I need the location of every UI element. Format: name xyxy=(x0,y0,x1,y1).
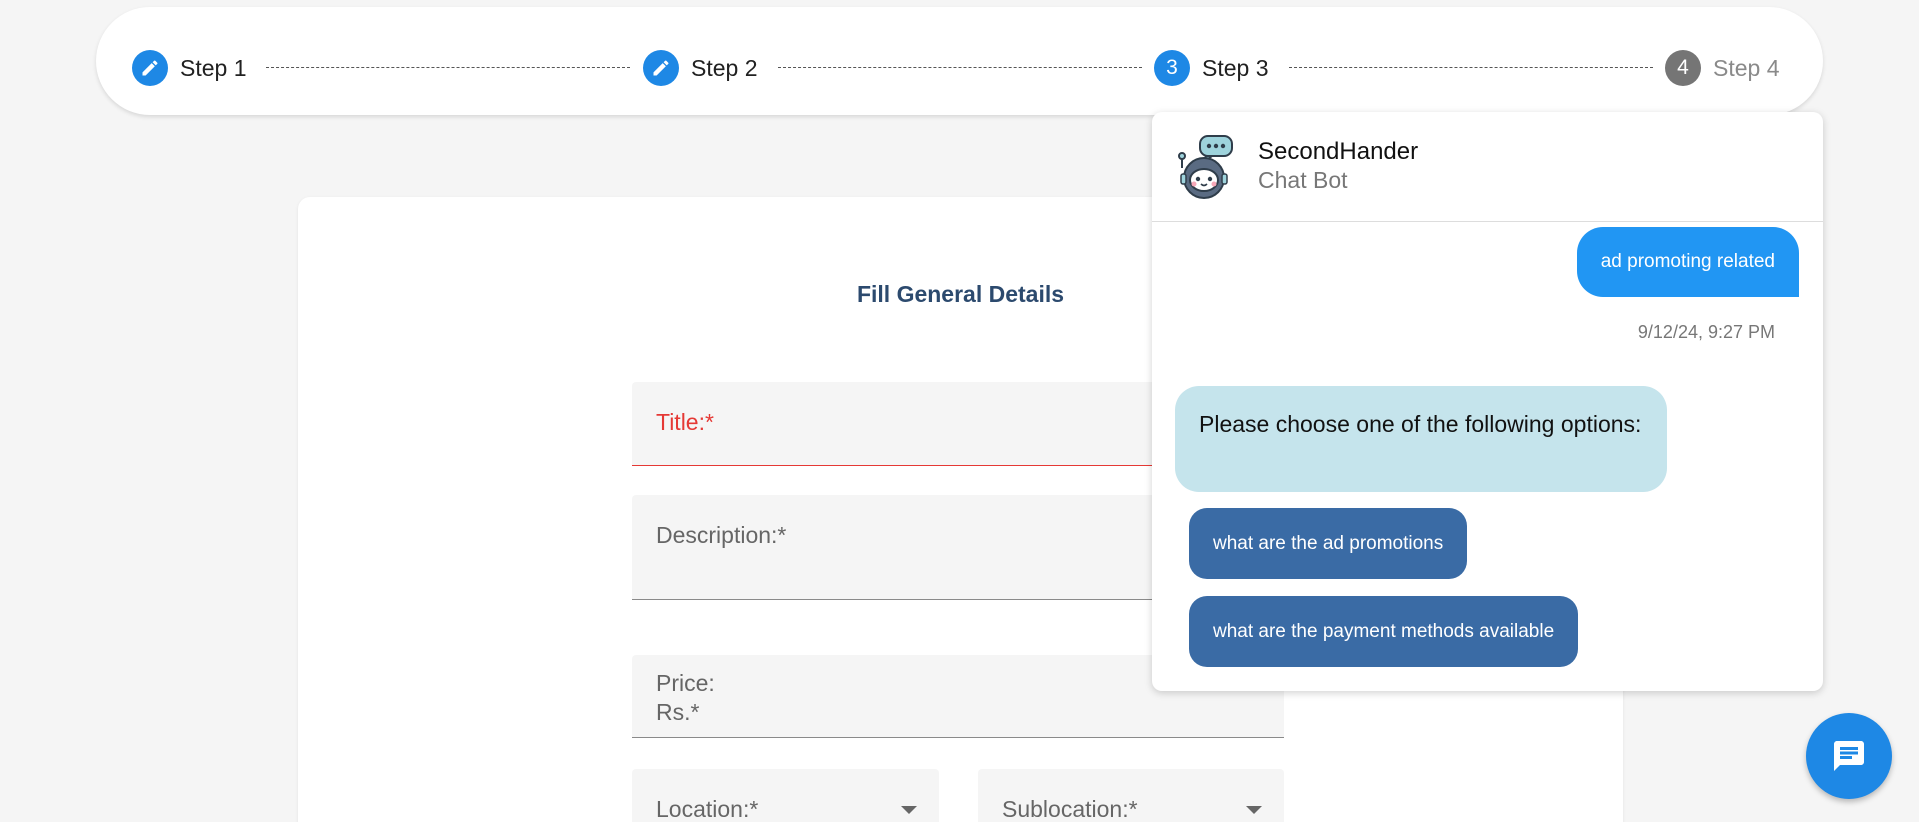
bot-message-bubble: Please choose one of the following optio… xyxy=(1175,386,1667,492)
step-connector xyxy=(1289,67,1653,68)
title-label: Title:* xyxy=(656,409,714,435)
robot-icon xyxy=(1178,135,1233,199)
step-4-indicator: 4 xyxy=(1665,50,1701,86)
chevron-down-icon xyxy=(901,806,917,814)
step-1[interactable]: Step 1 xyxy=(132,44,247,92)
user-message-bubble: ad promoting related xyxy=(1576,227,1799,297)
step-2[interactable]: Step 2 xyxy=(643,44,758,92)
step-2-indicator xyxy=(643,50,679,86)
chat-toggle-button[interactable] xyxy=(1806,713,1892,799)
location-label: Location:* xyxy=(656,796,759,822)
step-4-label: Step 4 xyxy=(1713,54,1780,81)
description-label: Description:* xyxy=(656,522,787,548)
chatbot-window: SecondHander Chat Bot ad promoting relat… xyxy=(1152,112,1823,691)
bot-subtitle: Chat Bot xyxy=(1258,167,1348,193)
step-3-label: Step 3 xyxy=(1202,54,1269,81)
step-connector xyxy=(266,67,630,68)
stepper: Step 1 Step 2 3 Step 3 4 Step 4 xyxy=(96,7,1823,115)
chat-icon xyxy=(1834,741,1864,771)
price-label: Price: xyxy=(656,670,715,696)
chevron-down-icon xyxy=(1246,806,1262,814)
pencil-icon xyxy=(653,60,669,76)
step-4[interactable]: 4 Step 4 xyxy=(1665,44,1780,92)
location-select[interactable]: Location:* xyxy=(632,769,939,822)
pencil-icon xyxy=(142,60,158,76)
option-payment-methods-button[interactable]: what are the payment methods available xyxy=(1189,596,1579,667)
chat-header: SecondHander Chat Bot xyxy=(1152,112,1823,222)
message-timestamp: 9/12/24, 9:27 PM xyxy=(1637,322,1775,342)
step-3[interactable]: 3 Step 3 xyxy=(1154,44,1269,92)
sublocation-select[interactable]: Sublocation:* xyxy=(978,769,1284,822)
step-3-indicator: 3 xyxy=(1154,50,1190,86)
step-connector xyxy=(778,67,1142,68)
step-2-label: Step 2 xyxy=(691,54,758,81)
step-1-label: Step 1 xyxy=(180,54,247,81)
step-1-indicator xyxy=(132,50,168,86)
sublocation-label: Sublocation:* xyxy=(1002,796,1138,822)
price-currency-label: Rs.* xyxy=(656,699,700,725)
option-ad-promotions-button[interactable]: what are the ad promotions xyxy=(1189,508,1468,579)
bot-name: SecondHander xyxy=(1258,138,1419,165)
